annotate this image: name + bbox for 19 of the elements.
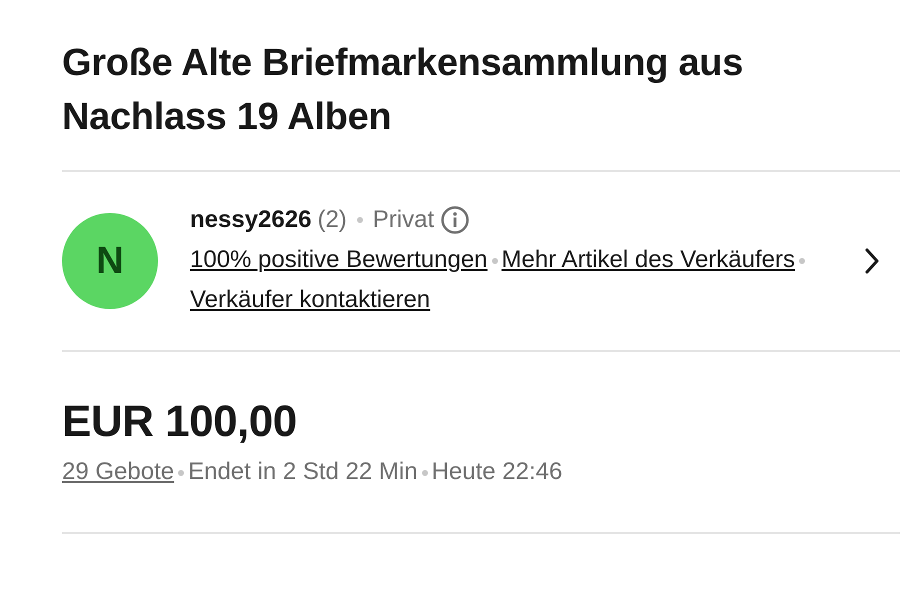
price: EUR 100,00 [62,396,298,448]
seller-link[interactable]: Verkäufer kontaktieren [190,286,430,313]
seller-link[interactable]: Mehr Artikel des Verkäufers [502,246,795,273]
rating-count: (2) [317,205,347,235]
seller-link[interactable]: 100% positive Bewertungen [190,246,488,273]
seller-name[interactable]: nessy2626 [190,202,312,238]
time-left: Endet in 2 Std 22 Min [188,458,418,485]
bids-link[interactable]: 29 Gebote [62,458,174,485]
chevron-right-icon[interactable] [864,247,880,275]
end-time: Heute 22:46 [432,458,562,485]
separator-dot [356,217,363,223]
seller-avatar: N [62,213,158,309]
separator-dot [799,258,805,264]
separator-dot [492,258,498,264]
seller-type: Privat [372,205,434,235]
listing-title: Große Alte Briefmarkensammlung aus Nachlass 19 Alben [62,41,744,140]
info-icon[interactable] [440,205,470,235]
separator-dot [178,470,184,476]
separator-dot [422,470,428,476]
